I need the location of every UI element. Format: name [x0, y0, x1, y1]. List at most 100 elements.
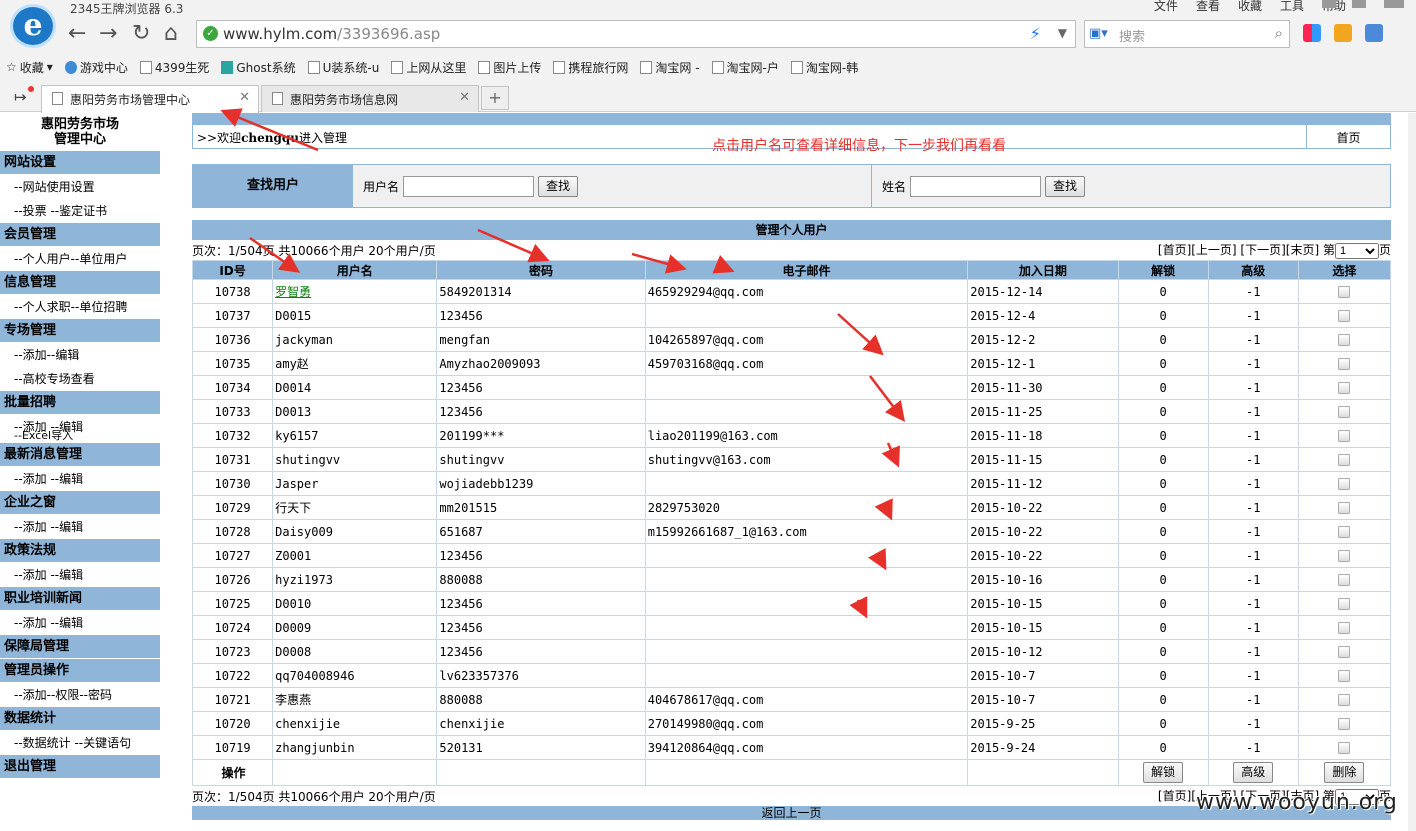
sidebar-item[interactable]: --添加 --编辑 — [0, 467, 160, 491]
unlock-button[interactable]: 解锁 — [1143, 762, 1184, 783]
sidebar-item[interactable]: --数据统计 --关键语句 — [0, 731, 160, 755]
sidebar-section-head[interactable]: 保障局管理 — [0, 635, 160, 659]
bookmark-item[interactable]: 游戏中心 — [59, 56, 134, 78]
window-menu-item[interactable]: 查看 — [1196, 0, 1220, 14]
select-checkbox[interactable] — [1338, 406, 1351, 418]
refresh-icon[interactable]: ↻ — [132, 22, 150, 46]
select-checkbox[interactable] — [1338, 574, 1351, 586]
sidebar-item[interactable]: --添加--编辑 — [0, 343, 160, 367]
username-text[interactable]: D0010 — [275, 597, 311, 611]
username-text[interactable]: D0015 — [275, 309, 311, 323]
sidebar-item[interactable]: --高校专场查看 — [0, 367, 160, 391]
username-text[interactable]: ky6157 — [275, 429, 318, 443]
select-checkbox[interactable] — [1338, 550, 1351, 562]
sidebar-item[interactable]: --投票 --鉴定证书 — [0, 199, 160, 223]
screenshot-icon[interactable] — [1365, 24, 1383, 42]
username-input[interactable] — [403, 175, 535, 197]
home-link[interactable]: 首页 — [1306, 125, 1390, 148]
sidebar-item[interactable]: --添加--权限--密码 — [0, 683, 160, 707]
tab-admin-center[interactable]: 惠阳劳务市场管理中心 ✕ — [41, 85, 259, 113]
bookmark-item[interactable]: 淘宝网 - — [634, 56, 705, 78]
select-checkbox[interactable] — [1338, 670, 1351, 682]
select-checkbox[interactable] — [1338, 286, 1351, 298]
delete-button[interactable]: 删除 — [1324, 762, 1365, 783]
username-text[interactable]: 行天下 — [275, 501, 311, 515]
bookmark-item[interactable]: 淘宝网-户 — [706, 56, 785, 78]
select-checkbox[interactable] — [1338, 358, 1351, 370]
new-tab-button[interactable]: + — [481, 86, 509, 110]
sidebar-item[interactable]: --添加 --编辑 — [0, 563, 160, 587]
bookmark-item[interactable]: 携程旅行网 — [547, 56, 634, 78]
select-checkbox[interactable] — [1338, 430, 1351, 442]
find-by-name-button[interactable]: 查找 — [1045, 175, 1086, 197]
window-menu-item[interactable]: 收藏 — [1238, 0, 1262, 14]
username-text[interactable]: Jasper — [275, 477, 318, 491]
sidebar-item[interactable]: --个人用户--单位用户 — [0, 247, 160, 271]
sidebar-section-head[interactable]: 数据统计 — [0, 707, 160, 731]
username-text[interactable]: hyzi1973 — [275, 573, 333, 587]
search-engine-icon[interactable]: ▣▾ — [1089, 26, 1108, 41]
bookmark-item[interactable]: ☆ 收藏 ▾ — [0, 56, 59, 78]
url-dropdown-icon[interactable]: ▼ — [1058, 26, 1067, 40]
find-by-username-button[interactable]: 查找 — [538, 175, 579, 197]
bookmark-item[interactable]: Ghost系统 — [215, 56, 301, 78]
window-menu-item[interactable]: 文件 — [1154, 0, 1178, 14]
bookmark-item[interactable]: U装系统-u — [302, 56, 386, 78]
username-text[interactable]: zhangjunbin — [275, 741, 354, 755]
sidebar-section-head[interactable]: 专场管理 — [0, 319, 160, 343]
username-text[interactable]: shutingvv — [275, 453, 340, 467]
select-checkbox[interactable] — [1338, 718, 1351, 730]
sidebar-section-head[interactable]: 会员管理 — [0, 223, 160, 247]
select-checkbox[interactable] — [1338, 478, 1351, 490]
home-icon[interactable]: ⌂ — [164, 22, 178, 46]
username-text[interactable]: D0014 — [275, 381, 311, 395]
sidebar-section-head[interactable]: 批量招聘 — [0, 391, 160, 415]
username-text[interactable]: Daisy009 — [275, 525, 333, 539]
apps-icon[interactable] — [1303, 24, 1321, 42]
sidebar-section-head[interactable]: 信息管理 — [0, 271, 160, 295]
sidebar-section-head[interactable]: 政策法规 — [0, 539, 160, 563]
sidebar-section-head[interactable]: 退出管理 — [0, 755, 160, 779]
select-checkbox[interactable] — [1338, 622, 1351, 634]
close-tab-icon[interactable]: ✕ — [239, 90, 250, 105]
name-input[interactable] — [910, 175, 1042, 197]
select-checkbox[interactable] — [1338, 646, 1351, 658]
restore-tab-icon[interactable]: ↦ — [14, 86, 34, 106]
bookmark-item[interactable]: 上网从这里 — [385, 56, 472, 78]
username-link[interactable]: 罗智勇 — [275, 285, 311, 299]
select-checkbox[interactable] — [1338, 742, 1351, 754]
sidebar-item[interactable]: --添加 --编辑 — [0, 515, 160, 539]
username-text[interactable]: Z0001 — [275, 549, 311, 563]
page-select[interactable]: 1 — [1334, 243, 1379, 259]
username-text[interactable]: amy赵 — [275, 357, 309, 371]
username-text[interactable]: qq704008946 — [275, 669, 354, 683]
sidebar-section-head[interactable]: 网站设置 — [0, 151, 160, 175]
bookmark-item[interactable]: 4399生死 — [134, 56, 216, 78]
sidebar-item[interactable]: --添加 --编辑 — [0, 611, 160, 635]
address-bar[interactable]: ✓ www.hylm.com/3393696.asp ⚡ ▼ — [196, 20, 1076, 48]
select-checkbox[interactable] — [1338, 526, 1351, 538]
page-scrollbar[interactable] — [1408, 113, 1416, 831]
back-icon[interactable]: ← — [68, 22, 86, 46]
username-text[interactable]: D0009 — [275, 621, 311, 635]
select-checkbox[interactable] — [1338, 598, 1351, 610]
sidebar-item[interactable]: --网站使用设置 — [0, 175, 160, 199]
forward-icon[interactable]: → — [99, 22, 117, 46]
username-text[interactable]: D0008 — [275, 645, 311, 659]
username-text[interactable]: D0013 — [275, 405, 311, 419]
close-window-icon[interactable] — [1384, 0, 1404, 8]
browser-search-box[interactable]: ▣▾ 搜索 ⌕ — [1084, 20, 1290, 48]
advanced-button[interactable]: 高级 — [1233, 762, 1274, 783]
minimize-icon[interactable] — [1322, 0, 1336, 8]
sidebar-section-head[interactable]: 职业培训新闻 — [0, 587, 160, 611]
sidebar-section-head[interactable]: 企业之窗 — [0, 491, 160, 515]
sidebar-item[interactable]: --个人求职--单位招聘 — [0, 295, 160, 319]
sidebar-section-head[interactable]: 管理员操作 — [0, 659, 160, 683]
tab-info-site[interactable]: 惠阳劳务市场信息网 ✕ — [261, 85, 479, 112]
sidebar-section-head[interactable]: 最新消息管理 — [0, 443, 160, 467]
username-text[interactable]: chenxijie — [275, 717, 340, 731]
close-tab-icon[interactable]: ✕ — [459, 90, 470, 105]
maximize-icon[interactable] — [1352, 0, 1366, 8]
speed-mode-icon[interactable]: ⚡ — [1030, 24, 1041, 43]
window-menu-item[interactable]: 工具 — [1280, 0, 1304, 14]
